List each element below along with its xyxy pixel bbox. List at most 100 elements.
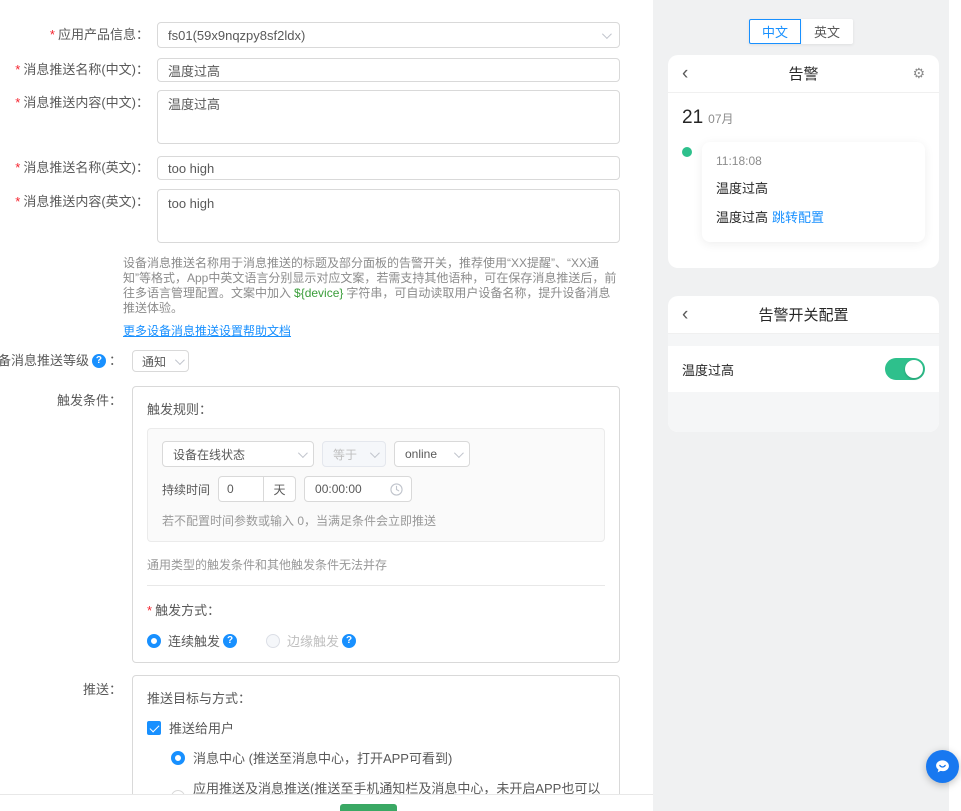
radio-unchecked-icon xyxy=(266,634,280,648)
divider xyxy=(147,585,605,586)
required-mark: * xyxy=(50,27,55,42)
alarm-entry-time: 11:18:08 xyxy=(716,154,911,168)
duration-unit: 天 xyxy=(264,476,296,502)
alarm-switch-title: 告警开关配置 xyxy=(698,304,909,325)
form-footer-bar xyxy=(0,794,653,811)
radio-message-center[interactable]: 消息中心 (推送至消息中心，打开APP可看到) xyxy=(171,748,605,767)
level-select-value: 通知 xyxy=(142,353,175,370)
tab-chinese[interactable]: 中文 xyxy=(749,19,801,44)
name-cn-label: *消息推送名称(中文)： xyxy=(0,58,157,82)
duration-input[interactable] xyxy=(218,476,264,502)
value-select[interactable]: online xyxy=(394,441,470,467)
product-select-value: fs01(59x9nqzpy8sf2ldx) xyxy=(168,28,602,43)
content-en-label: *消息推送内容(英文)： xyxy=(0,189,157,215)
alarm-switch-row: 温度过高 xyxy=(668,346,939,392)
required-mark: * xyxy=(147,603,152,618)
language-tabs: 中文 英文 xyxy=(653,19,949,44)
jump-config-link[interactable]: 跳转配置 xyxy=(772,210,824,225)
toggle-knob xyxy=(905,360,923,378)
trigger-panel: 触发规则： 设备在线状态 等于 on xyxy=(132,386,620,663)
alarm-switch-header: ‹ 告警开关配置 xyxy=(668,296,939,334)
alarm-entry-card: 11:18:08 温度过高 温度过高跳转配置 xyxy=(702,142,925,242)
alarm-date: 21 07月 xyxy=(682,107,925,129)
name-cn-input[interactable] xyxy=(157,58,620,82)
content-cn-label: *消息推送内容(中文)： xyxy=(0,90,157,116)
radio-edge-trigger[interactable]: 边缘触发 ? xyxy=(266,631,359,650)
form-row-product: *应用产品信息： fs01(59x9nqzpy8sf2ldx) xyxy=(0,22,653,48)
content-cn-textarea[interactable]: 温度过高 xyxy=(157,90,620,144)
form-row-name-cn: *消息推送名称(中文)： xyxy=(0,58,653,82)
radio-checked-icon xyxy=(171,751,185,765)
required-mark: * xyxy=(15,62,20,77)
operator-select[interactable]: 等于 xyxy=(322,441,386,467)
chat-bubble-icon xyxy=(933,757,952,776)
help-icon[interactable]: ? xyxy=(92,354,106,368)
form-row-name-en: *消息推送名称(英文)： xyxy=(0,156,653,180)
clock-icon xyxy=(390,483,403,496)
gear-icon[interactable]: ⚙ xyxy=(909,65,925,82)
chevron-down-icon xyxy=(298,448,308,458)
help-icon[interactable]: ? xyxy=(223,634,237,648)
product-label: *应用产品信息： xyxy=(0,22,157,48)
chevron-down-icon xyxy=(602,29,612,39)
back-icon[interactable]: ‹ xyxy=(682,305,698,324)
alarm-date-month: 07月 xyxy=(708,110,733,127)
required-mark: * xyxy=(15,194,20,209)
help-doc-link[interactable]: 更多设备消息推送设置帮助文档 xyxy=(123,324,291,339)
radio-checked-icon xyxy=(147,634,161,648)
trigger-label: 触发条件： xyxy=(0,386,132,410)
content-en-textarea[interactable]: too high xyxy=(157,189,620,243)
support-chat-button[interactable] xyxy=(926,750,959,783)
condition-select[interactable]: 设备在线状态 xyxy=(162,441,314,467)
form-row-content-en: *消息推送内容(英文)： too high xyxy=(0,189,653,246)
required-mark: * xyxy=(15,160,20,175)
push-label: 推送： xyxy=(0,675,132,699)
name-en-input[interactable] xyxy=(157,156,620,180)
alarm-card: ‹ 告警 ⚙ 21 07月 11:18:08 温度过高 温度过高跳转配置 xyxy=(668,55,939,268)
duration-time-picker[interactable]: 00:00:00 xyxy=(304,476,412,502)
form-row-trigger: 触发条件： 触发规则： 设备在线状态 等于 xyxy=(0,386,653,663)
alarm-entry-content: 温度过高跳转配置 xyxy=(716,207,911,226)
name-en-label: *消息推送名称(英文)： xyxy=(0,156,157,180)
alarm-card-header: ‹ 告警 ⚙ xyxy=(668,55,939,93)
help-icon[interactable]: ? xyxy=(342,634,356,648)
app-preview-panel: 中文 英文 ‹ 告警 ⚙ 21 07月 11:18:08 温度过高 xyxy=(653,0,949,811)
app-root: *应用产品信息： fs01(59x9nqzpy8sf2ldx) *消息推送名称(… xyxy=(0,0,961,811)
operator-select-value: 等于 xyxy=(333,446,370,463)
push-target-title: 推送目标与方式： xyxy=(147,688,605,707)
alarm-toggle-on[interactable] xyxy=(885,358,925,380)
alarm-entry: 11:18:08 温度过高 温度过高跳转配置 xyxy=(682,142,925,242)
form-row-push: 推送： 推送目标与方式： 推送给用户 消息中心 (推送至消息中心，打开APP可看… xyxy=(0,675,653,811)
product-select[interactable]: fs01(59x9nqzpy8sf2ldx) xyxy=(157,22,620,48)
chevron-down-icon xyxy=(175,355,185,365)
back-icon[interactable]: ‹ xyxy=(682,64,698,83)
push-panel: 推送目标与方式： 推送给用户 消息中心 (推送至消息中心，打开APP可看到) 应… xyxy=(132,675,620,811)
alarm-date-day: 21 xyxy=(682,107,703,129)
duration-note: 若不配置时间参数或输入 0，当满足条件会立即推送 xyxy=(162,512,590,529)
trigger-mode-options: 连续触发 ? 边缘触发 ? xyxy=(147,631,605,650)
trigger-rule-title: 触发规则： xyxy=(147,399,605,418)
section-footer xyxy=(668,392,939,432)
alarm-status-dot xyxy=(682,147,692,157)
level-select[interactable]: 通知 xyxy=(132,350,189,372)
tab-english[interactable]: 英文 xyxy=(801,19,853,44)
trigger-mode-label: *触发方式： xyxy=(147,600,605,619)
form-row-content-cn: *消息推送内容(中文)： 温度过高 xyxy=(0,90,653,147)
condition-select-value: 设备在线状态 xyxy=(173,446,298,463)
duration-time-value: 00:00:00 xyxy=(315,482,390,496)
section-divider xyxy=(668,334,939,346)
alarm-switch-label: 温度过高 xyxy=(682,360,734,379)
trigger-exclusive-note: 通用类型的触发条件和其他触发条件无法并存 xyxy=(147,556,605,573)
save-button[interactable] xyxy=(340,804,397,811)
alarm-entry-title: 温度过高 xyxy=(716,178,911,197)
required-mark: * xyxy=(15,95,20,110)
duration-label: 持续时间 xyxy=(162,481,210,498)
value-select-value: online xyxy=(405,447,454,461)
push-config-form: *应用产品信息： fs01(59x9nqzpy8sf2ldx) *消息推送名称(… xyxy=(0,0,653,811)
form-row-level: *设备消息推送等级?： 通知 xyxy=(0,350,653,372)
checkbox-push-to-user[interactable]: 推送给用户 xyxy=(147,718,605,737)
device-placeholder-code: ${device} xyxy=(294,286,343,300)
radio-continuous-trigger[interactable]: 连续触发 ? xyxy=(147,631,240,650)
alarm-switch-card: ‹ 告警开关配置 温度过高 xyxy=(668,296,939,432)
level-label: *设备消息推送等级?： xyxy=(0,350,132,372)
